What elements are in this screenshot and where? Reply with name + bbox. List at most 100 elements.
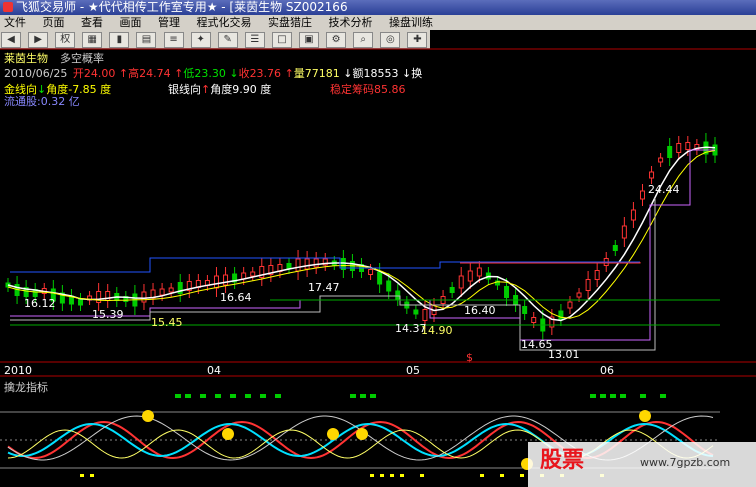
amount-value: 18553 [363,67,399,80]
price-label: 15.45 [151,316,183,329]
candle-body [667,146,673,158]
indicator-green-bar [350,394,356,398]
indicator-green-bar [620,394,626,398]
candle-body [213,275,219,289]
indicator-green-bar [275,394,281,398]
x-axis-label: 05 [406,364,420,377]
indicator-green-bar [610,394,616,398]
candle-body [395,290,401,300]
silver-line-angle: 角度9.90 度 [210,83,272,96]
high-value: 24.74 [139,67,171,80]
ohlc-row: 2010/06/25 开24.00 ↑高24.74 ↑低23.30 ↓收23.7… [4,65,422,81]
candle-body [304,258,310,270]
indicator-green-bar [245,394,251,398]
smiley-icon [222,428,234,440]
price-label: 13.01 [548,348,580,361]
up-arrow-icon: ↑ [201,83,211,96]
candle-body [467,270,473,282]
price-label: 15.39 [92,308,124,321]
up-arrow-icon: ↑ [118,67,129,80]
signal-marker [90,474,94,477]
smiley-icon [327,428,339,440]
candle-body [576,292,582,298]
lower-panel-title: 擒龙指标 [4,381,48,394]
close-label: 收 [238,67,250,80]
candle-body [96,291,102,303]
watermark-url: www.7gpzb.com [640,456,731,469]
float-shares: 流通股:0.32 亿 [4,95,80,108]
candle-body [567,301,573,309]
candle-body [522,306,528,314]
candle-body [649,171,655,179]
turnover-label: 换 [411,67,423,80]
x-axis-label: 04 [207,364,221,377]
stock-name: 莱茵生物 [4,52,48,65]
down-arrow-icon: ↓ [402,67,412,80]
gray-step-line [10,198,656,351]
quote-date: 2010/06/25 [4,67,68,80]
signal-marker [500,474,504,477]
indicator-green-bar [360,394,366,398]
candle-body [658,157,664,163]
indicator-green-bar [600,394,606,398]
candle-body [594,270,600,280]
candle-body [630,209,636,221]
ma-white-line [7,146,716,322]
down-arrow-icon: ↓ [343,67,353,80]
silver-line-info: 银线向↑角度9.90 度 [168,81,271,97]
signal-marker [390,474,394,477]
volume-value: 77181 [304,67,340,80]
amount-label: 额 [352,67,364,80]
candle-body [313,258,319,268]
candle-body [168,287,174,293]
candle-body [531,317,537,323]
price-label: 17.47 [308,281,340,294]
indicator-green-bar [640,394,646,398]
x-axis-label: 2010 [4,364,32,377]
indicator-green-bar [260,394,266,398]
signal-marker [370,474,374,477]
up-arrow-icon: ↑ [174,67,184,80]
candle-body [368,269,374,275]
dividend-marker: $ [466,351,473,364]
candle-body [78,298,84,306]
low-label: 低 [183,67,195,80]
indicator-green-bar [370,394,376,398]
candle-body [413,309,419,315]
indicator-green-bar [230,394,236,398]
smiley-icon [356,428,368,440]
signal-marker [80,474,84,477]
x-axis-label: 06 [600,364,614,377]
watermark-brand: 股票 [540,448,585,473]
signal-marker [520,474,524,477]
candle-body [458,275,464,289]
indicator-green-bar [660,394,666,398]
signal-marker [380,474,384,477]
smiley-icon [639,410,651,422]
candle-body [585,279,591,291]
candle-body [476,267,482,277]
candle-body [639,190,645,200]
low-value: 23.30 [194,67,226,80]
candle-body [223,274,229,286]
close-value: 23.76 [249,67,282,80]
indicator-name: 多空概率 [60,52,104,65]
indicator-green-bar [200,394,206,398]
candle-body [685,142,691,150]
price-label: 16.64 [220,291,252,304]
candle-body [612,245,618,251]
candle-body [422,309,428,321]
indicator-green-bar [590,394,596,398]
candle-body [386,280,392,292]
candle-body [141,291,147,303]
price-label: 16.12 [24,297,56,310]
down-arrow-icon: ↓ [229,67,239,80]
indicator-green-bar [175,394,181,398]
open-value: 24.00 [83,67,116,80]
silver-line-label: 银线向 [168,83,201,96]
signal-marker [480,474,484,477]
high-label: 高 [128,67,140,80]
price-label: 14.90 [421,324,453,337]
indicator-green-bar [215,394,221,398]
candle-body [377,271,383,285]
